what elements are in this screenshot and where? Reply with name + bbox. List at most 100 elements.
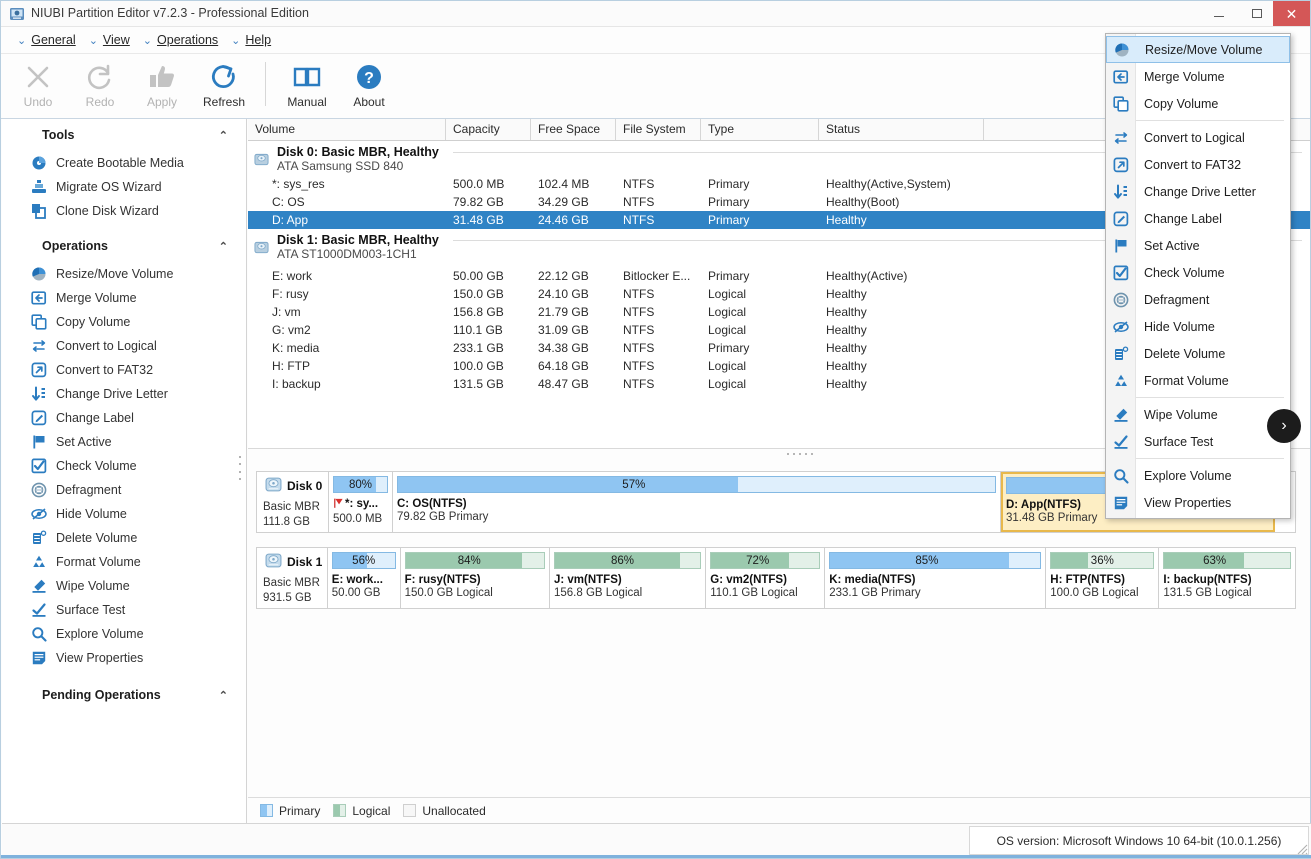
context-menu-label: Hide Volume [1144,319,1215,334]
sidebar-item-convert-to-fat32[interactable]: Convert to FAT32 [2,358,246,382]
column-header-file-system[interactable]: File System [616,119,701,140]
partition-i-backup[interactable]: 63% I: backup(NTFS) 131.5 GB Logical [1159,548,1295,608]
context-menu-item-resize-move-volume[interactable]: Resize/Move Volume [1106,36,1290,63]
context-menu-item-copy-volume[interactable]: Copy Volume [1106,90,1290,117]
partition-g-vm2[interactable]: 72% G: vm2(NTFS) 110.1 GB Logical [706,548,826,608]
refresh-button[interactable]: Refresh [193,54,255,116]
usage-percent: 84% [457,554,481,567]
cell-status: Healthy(Active,System) [826,177,951,191]
sidebar-item-wipe-volume[interactable]: Wipe Volume [2,574,246,598]
sidebar-item-change-label[interactable]: Change Label [2,406,246,430]
usage-bar: 72% [710,552,821,569]
sidebar-item-defragment[interactable]: Defragment [2,478,246,502]
menu-operations[interactable]: ⌄ Operations [139,31,227,49]
sidebar: Tools ⌃ Create Bootable Media Migrate OS… [2,119,247,824]
sidebar-item-create-bootable-media[interactable]: Create Bootable Media [2,151,246,175]
redo-button[interactable]: Redo [69,54,131,116]
sidebar-item-delete-volume[interactable]: Delete Volume [2,526,246,550]
resize-grip-icon[interactable] [1296,843,1308,855]
sidebar-item-label: Set Active [56,435,112,449]
column-header-status[interactable]: Status [819,119,984,140]
sidebar-item-change-drive-letter[interactable]: Change Drive Letter [2,382,246,406]
column-header-capacity[interactable]: Capacity [446,119,531,140]
sidebar-item-check-volume[interactable]: Check Volume [2,454,246,478]
sidebar-item-migrate-os-wizard[interactable]: Migrate OS Wizard [2,175,246,199]
sidebar-item-resize-move-volume[interactable]: Resize/Move Volume [2,262,246,286]
menu-help[interactable]: ⌄ Help [227,31,280,49]
disk-map-row-disk1: Disk 1 Basic MBR 931.5 GB 56% E: work...… [256,547,1296,609]
context-menu-item-wipe-volume[interactable]: Wipe Volume [1106,401,1290,428]
context-menu-item-surface-test[interactable]: Surface Test [1106,428,1290,455]
about-button[interactable]: ? About [338,54,400,116]
next-arrow-button[interactable]: › [1267,409,1301,443]
sidebar-item-label: View Properties [56,651,144,665]
partition-k-media[interactable]: 85% K: media(NTFS) 233.1 GB Primary [825,548,1047,608]
column-header-type[interactable]: Type [701,119,819,140]
column-header-free-space[interactable]: Free Space [531,119,616,140]
minimize-button[interactable] [1200,1,1238,26]
menu-general[interactable]: ⌄ General [13,31,85,49]
maximize-button[interactable] [1238,1,1276,26]
disk0-map-scheme: Basic MBR [263,501,320,513]
cell-file-system: NTFS [623,359,655,373]
context-menu-item-convert-to-fat32[interactable]: Convert to FAT32 [1106,151,1290,178]
horizontal-splitter-handle[interactable] [787,453,813,457]
sidebar-item-clone-disk-wizard[interactable]: Clone Disk Wizard [2,199,246,223]
context-menu-separator [1136,458,1284,459]
context-menu-item-convert-to-logical[interactable]: Convert to Logical [1106,124,1290,151]
partition-name: J: vm(NTFS) [553,574,622,586]
merge-volume-icon [1106,69,1136,85]
context-menu-item-change-drive-letter[interactable]: Change Drive Letter [1106,178,1290,205]
column-header-volume[interactable]: Volume [248,119,446,140]
os-version-panel: OS version: Microsoft Windows 10 64-bit … [969,826,1309,855]
usage-percent: 56% [352,554,376,567]
context-menu-item-defragment[interactable]: Defragment [1106,286,1290,313]
partition-j-vm[interactable]: 86% J: vm(NTFS) 156.8 GB Logical [549,548,707,608]
usage-percent: 63% [1203,554,1227,567]
sidebar-item-surface-test[interactable]: Surface Test [2,598,246,622]
cell-file-system: NTFS [623,377,655,391]
sidebar-item-view-properties[interactable]: View Properties [2,646,246,670]
sidebar-item-explore-volume[interactable]: Explore Volume [2,622,246,646]
cell-type: Logical [708,323,747,337]
context-menu-separator [1136,120,1284,121]
sidebar-section-operations[interactable]: Operations ⌃ [2,230,246,262]
change-label-icon [1106,211,1136,227]
context-menu-item-format-volume[interactable]: Format Volume [1106,367,1290,394]
sidebar-section-pending-operations[interactable]: Pending Operations ⌃ [2,679,246,711]
undo-button[interactable]: Undo [7,54,69,116]
sidebar-item-copy-volume[interactable]: Copy Volume [2,310,246,334]
context-menu-item-set-active[interactable]: Set Active [1106,232,1290,259]
sidebar-item-merge-volume[interactable]: Merge Volume [2,286,246,310]
app-icon [9,6,25,22]
menu-view[interactable]: ⌄ View [85,31,139,49]
context-menu-item-explore-volume[interactable]: Explore Volume [1106,462,1290,489]
partition-c-os[interactable]: 57% C: OS(NTFS) 79.82 GB Primary [393,472,1001,532]
cell-volume: D: App [272,213,309,227]
vertical-splitter-handle[interactable] [239,456,243,480]
sidebar-item-set-active[interactable]: Set Active [2,430,246,454]
context-menu-item-merge-volume[interactable]: Merge Volume [1106,63,1290,90]
undo-x-icon [23,60,53,94]
sidebar-item-convert-to-logical[interactable]: Convert to Logical [2,334,246,358]
partition-f-rusy[interactable]: 84% F: rusy(NTFS) 150.0 GB Logical [400,548,550,608]
change-drive-letter-icon [30,386,47,403]
context-menu-item-change-label[interactable]: Change Label [1106,205,1290,232]
context-menu-item-hide-volume[interactable]: Hide Volume [1106,313,1290,340]
sidebar-section-tools[interactable]: Tools ⌃ [2,119,246,151]
close-button[interactable]: ✕ [1273,1,1310,26]
redo-c-icon [85,60,115,94]
sidebar-item-format-volume[interactable]: Format Volume [2,550,246,574]
manual-button[interactable]: Manual [276,54,338,116]
apply-button[interactable]: Apply [131,54,193,116]
cell-free-space: 102.4 MB [538,177,590,191]
cell-type: Primary [708,195,750,209]
cell-free-space: 22.12 GB [538,269,589,283]
partition-size: 79.82 GB Primary [397,511,489,523]
context-menu-item-view-properties[interactable]: View Properties [1106,489,1290,516]
sidebar-item-hide-volume[interactable]: Hide Volume [2,502,246,526]
partition-name: I: backup(NTFS) [1163,574,1252,586]
partition-e-work[interactable]: 56% E: work... 50.00 GB [327,548,401,608]
context-menu-item-delete-volume[interactable]: Delete Volume [1106,340,1290,367]
context-menu-item-check-volume[interactable]: Check Volume [1106,259,1290,286]
